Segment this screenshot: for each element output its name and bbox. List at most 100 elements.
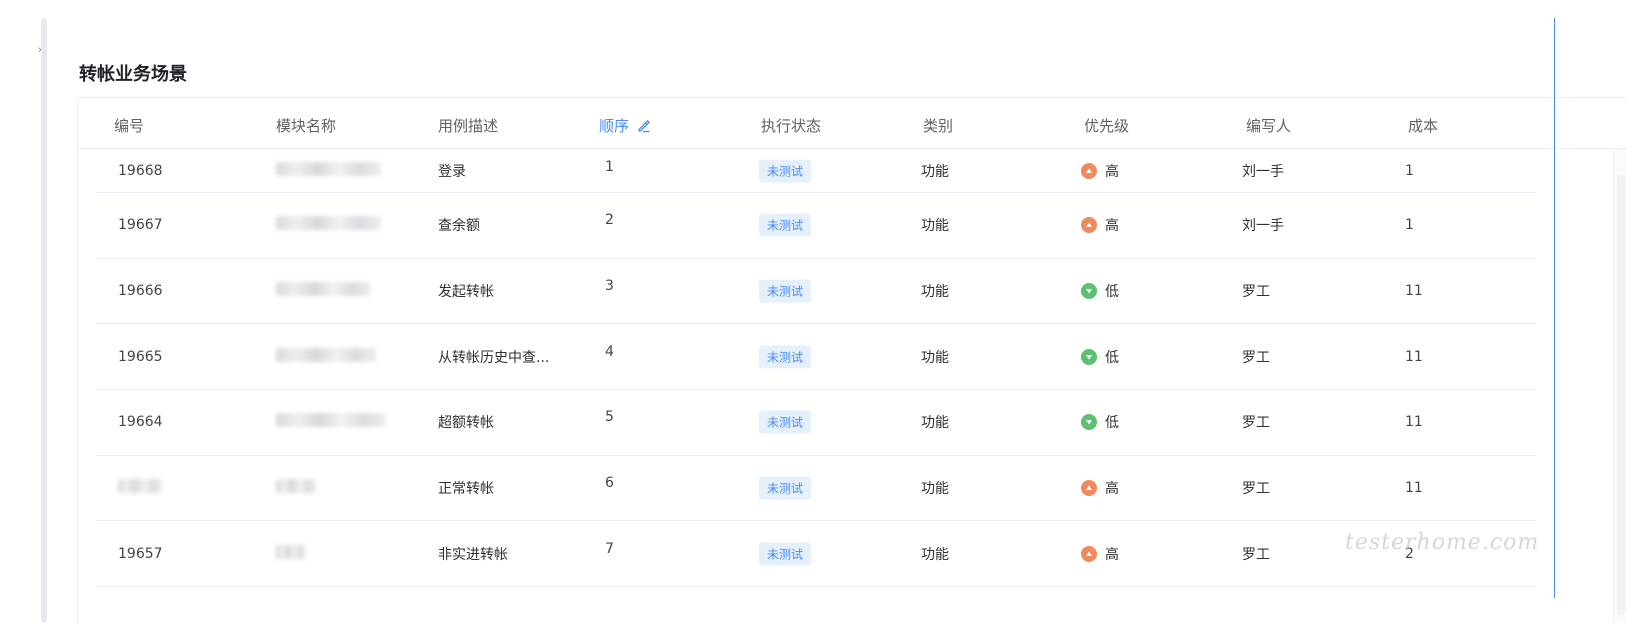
column-header-author[interactable]: 编写人 [1246,115,1291,136]
id-redacted [118,479,162,494]
cell-status: 未测试 [759,476,812,500]
cell-id: 19664 [118,414,163,431]
cell-author: 罗工 [1242,349,1270,366]
cell-status: 未测试 [759,542,812,566]
cell-order[interactable]: 2 [605,212,614,228]
cell-order[interactable]: 1 [605,159,614,175]
priority-low-icon [1081,348,1097,365]
left-edge-mark: › [38,44,42,56]
cell-desc: 查余额 [438,218,480,235]
priority-indicator: 高 [1081,161,1119,181]
cell-module [276,413,386,431]
priority-high-icon [1081,217,1097,234]
cell-cost: 11 [1405,414,1423,431]
table-row[interactable]: 19668 登录 1 未测试 功能 高 刘一手 1 [96,149,1536,193]
module-name-redacted [276,479,316,494]
priority-label: 高 [1105,218,1119,235]
cell-author: 罗工 [1242,284,1270,301]
cell-author: 刘一手 [1242,218,1284,235]
status-badge: 未测试 [759,476,812,500]
priority-low-icon [1081,283,1097,300]
priority-indicator: 高 [1081,478,1119,498]
cell-priority: 高 [1081,215,1119,235]
cell-cost: 1 [1405,162,1414,179]
module-name-redacted [276,216,381,231]
table-row[interactable]: 19667 查余额 2 未测试 功能 高 刘一手 1 [96,193,1536,259]
priority-high-icon [1081,545,1097,562]
cell-status: 未测试 [759,159,812,182]
module-name-redacted [276,413,386,428]
table-row[interactable]: 正常转帐 6 未测试 功能 高 罗工 11 [96,456,1536,522]
column-header-order-label: 顺序 [599,117,630,135]
cell-desc: 超额转帐 [438,415,494,432]
cell-priority: 高 [1081,544,1119,564]
watermark: testerhome.com [1345,530,1540,555]
priority-indicator: 低 [1081,347,1119,367]
cell-type: 功能 [921,163,949,180]
priority-label: 低 [1105,415,1119,432]
cell-type: 功能 [921,546,949,563]
status-badge: 未测试 [759,542,812,566]
page: › 转帐业务场景 编号 模块名称 用例描述 顺序 执行状态 类别 优先级 编写人… [0,0,1643,627]
cell-module [276,479,316,497]
cell-status: 未测试 [759,213,812,237]
cell-module [276,216,381,234]
cell-priority: 高 [1081,161,1119,181]
status-badge: 未测试 [759,410,812,434]
cell-order[interactable]: 3 [605,278,614,294]
column-header-desc[interactable]: 用例描述 [438,115,498,136]
cell-module [276,161,381,180]
table-row[interactable]: 19666 发起转帐 3 未测试 功能 低 罗工 11 [96,259,1536,325]
priority-label: 高 [1105,481,1119,498]
cell-priority: 高 [1081,478,1119,498]
cell-order[interactable]: 4 [605,344,614,360]
cell-order[interactable]: 6 [605,475,614,491]
cell-order[interactable]: 5 [605,409,614,425]
column-header-type[interactable]: 类别 [923,115,953,136]
cell-desc: 正常转帐 [438,481,494,498]
cell-author: 罗工 [1242,415,1270,432]
card-title: 转帐业务场景 [79,64,187,85]
cell-module [276,282,371,300]
table-row[interactable]: 19665 从转帐历史中查... 4 未测试 功能 低 罗工 11 [96,324,1536,391]
cell-module [276,347,376,366]
column-header-cost[interactable]: 成本 [1408,115,1438,136]
cell-cost: 11 [1405,283,1423,300]
cell-id: 19657 [118,545,163,562]
cell-author: 罗工 [1242,546,1270,563]
scrollbar-thumb[interactable] [1617,175,1625,615]
column-header-module[interactable]: 模块名称 [276,115,336,136]
priority-indicator: 低 [1081,412,1119,432]
pencil-icon[interactable] [637,119,651,137]
column-header-order[interactable]: 顺序 [599,115,651,137]
column-header-priority[interactable]: 优先级 [1084,115,1129,136]
cell-cost: 11 [1405,480,1423,497]
module-name-redacted [276,347,376,362]
column-header-status[interactable]: 执行状态 [761,115,821,136]
table-body: 19668 登录 1 未测试 功能 高 刘一手 1 19667 查余额 2 未测… [96,149,1536,588]
column-header-id[interactable]: 编号 [114,115,144,136]
cell-status: 未测试 [759,345,812,369]
status-badge: 未测试 [759,345,812,369]
table-row[interactable]: 19664 超额转帐 5 未测试 功能 低 罗工 11 [96,390,1536,456]
priority-low-icon [1081,414,1097,431]
priority-indicator: 高 [1081,544,1119,564]
cell-status: 未测试 [759,279,812,303]
cell-cost: 1 [1405,217,1414,234]
cell-id [118,479,162,497]
cell-desc: 非实进转帐 [438,546,508,563]
cell-type: 功能 [921,415,949,432]
cell-module [276,544,306,563]
cell-priority: 低 [1081,281,1119,301]
priority-high-icon [1081,480,1097,497]
priority-label: 低 [1105,284,1119,301]
cell-order[interactable]: 7 [605,541,614,557]
table-row[interactable]: 19657 非实进转帐 7 未测试 功能 高 罗工 2 [96,521,1536,588]
cell-desc: 从转帐历史中查... [438,349,550,366]
cell-id: 19665 [118,348,163,365]
cell-type: 功能 [921,284,949,301]
status-badge: 未测试 [759,159,812,182]
cell-status: 未测试 [759,410,812,434]
table-scrollbar[interactable] [1613,149,1627,623]
module-name-redacted [276,544,306,559]
